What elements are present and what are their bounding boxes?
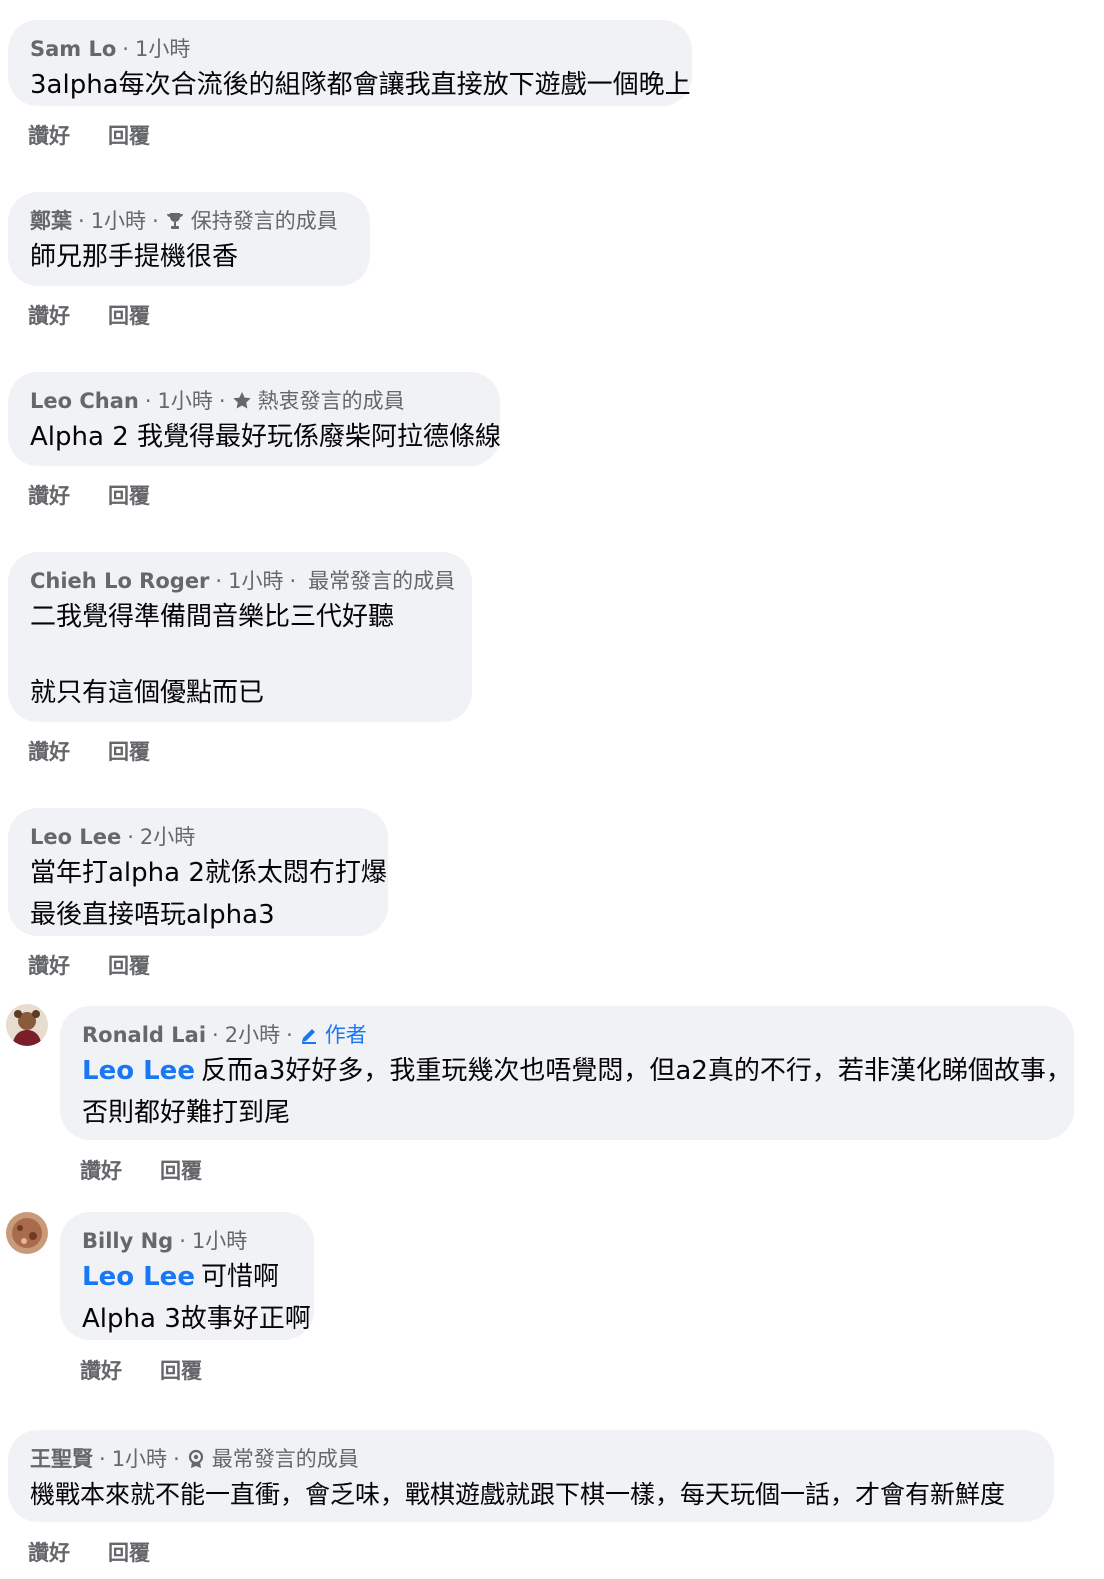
like-button[interactable]: 讚好: [28, 736, 70, 766]
comment-time[interactable]: 1小時: [228, 566, 283, 596]
comment-text: 師兄那手提機很香: [30, 242, 239, 272]
comment-text: 反而a3好好多，我重玩幾次也唔覺悶，但a2真的不行，若非漢化睇個故事，: [200, 1056, 1072, 1086]
comment-text-blank: [30, 638, 450, 672]
member-badge: 保持發言的成員: [190, 209, 338, 233]
like-button[interactable]: 讚好: [80, 1355, 122, 1385]
comment-text: 二我覺得準備間音樂比三代好聽: [30, 602, 395, 632]
comment-time[interactable]: 1小時: [192, 1226, 247, 1256]
mention-link[interactable]: Leo Lee: [82, 1056, 195, 1086]
comment-time[interactable]: 1小時: [135, 34, 190, 64]
comment-author[interactable]: 鄭葉: [30, 206, 72, 236]
comment-author[interactable]: Ronald Lai: [82, 1020, 206, 1050]
reply-button[interactable]: 回覆: [108, 480, 150, 510]
comment-time[interactable]: 2小時: [225, 1020, 280, 1050]
like-button[interactable]: 讚好: [28, 120, 70, 150]
comment-time[interactable]: 1小時: [91, 206, 146, 236]
medal-icon: [188, 1449, 203, 1468]
reply-button[interactable]: 回覆: [108, 950, 150, 980]
member-badge: 最常發言的成員: [211, 1447, 359, 1471]
comment-text: Alpha 3故事好正啊: [82, 1304, 311, 1334]
comment-text: 3alpha每次合流後的組隊都會讓我直接放下遊戲一個晚上: [30, 70, 691, 100]
avatar[interactable]: [6, 1212, 48, 1254]
comment-author[interactable]: Leo Lee: [30, 822, 121, 852]
comment-author[interactable]: 王聖賢: [30, 1444, 93, 1474]
reply-button[interactable]: 回覆: [108, 736, 150, 766]
author-badge: 作者: [299, 1020, 367, 1050]
comment-text: 就只有這個優點而已: [30, 678, 265, 708]
comment-time[interactable]: 1小時: [158, 386, 213, 416]
comment-text: 否則都好難打到尾: [82, 1098, 291, 1128]
reply-button[interactable]: 回覆: [108, 300, 150, 330]
comment-text: 最後直接唔玩alpha3: [30, 900, 275, 930]
comment-bubble: Leo Lee · 2小時 當年打alpha 2就係太悶冇打爆 最後直接唔玩al…: [8, 808, 388, 936]
comment-bubble: Leo Chan · 1小時 · 熱衷發言的成員 Alpha 2 我覺得最好玩係…: [8, 372, 501, 466]
member-badge: 最常發言的成員: [308, 569, 456, 593]
comment-text: Alpha 2 我覺得最好玩係廢柴阿拉德條線: [30, 422, 501, 452]
comment-text: 可惜啊: [200, 1262, 279, 1292]
pencil-icon: [301, 1029, 316, 1044]
author-label: 作者: [324, 1023, 367, 1047]
mention-link[interactable]: Leo Lee: [82, 1262, 195, 1292]
comment-bubble: 王聖賢 · 1小時 · 最常發言的成員 機戰本來就不能一直衝，會乏味，戰棋遊戲就…: [8, 1430, 1054, 1522]
comment-author[interactable]: Leo Chan: [30, 386, 139, 416]
reply-button[interactable]: 回覆: [160, 1155, 202, 1185]
comment-text: 機戰本來就不能一直衝，會乏味，戰棋遊戲就跟下棋一樣，每天玩個一話，才會有新鮮度: [30, 1480, 1006, 1509]
comment-bubble: Sam Lo · 1小時 3alpha每次合流後的組隊都會讓我直接放下遊戲一個晚…: [8, 20, 692, 106]
comment-author[interactable]: Billy Ng: [82, 1226, 173, 1256]
trophy-icon: [166, 213, 183, 229]
reply-button[interactable]: 回覆: [108, 1537, 150, 1567]
comment-author[interactable]: Sam Lo: [30, 34, 116, 64]
like-button[interactable]: 讚好: [28, 480, 70, 510]
avatar[interactable]: [6, 1004, 48, 1046]
member-badge: 熱衷發言的成員: [257, 389, 405, 413]
comment-bubble: Chieh Lo Roger · 1小時 · 最常發言的成員 二我覺得準備間音樂…: [8, 552, 472, 722]
comment-bubble: 鄭葉 · 1小時 · 保持發言的成員 師兄那手提機很香: [8, 192, 370, 286]
reply-button[interactable]: 回覆: [160, 1355, 202, 1385]
like-button[interactable]: 讚好: [80, 1155, 122, 1185]
comment-text: 當年打alpha 2就係太悶冇打爆: [30, 858, 387, 888]
star-icon: [232, 392, 251, 409]
like-button[interactable]: 讚好: [28, 1537, 70, 1567]
like-button[interactable]: 讚好: [28, 950, 70, 980]
comment-time[interactable]: 1小時: [112, 1444, 167, 1474]
comment-bubble: Ronald Lai · 2小時 · 作者 Leo Lee 反而a3好好多，我重玩…: [60, 1006, 1074, 1140]
comment-bubble: Billy Ng · 1小時 Leo Lee 可惜啊 Alpha 3故事好正啊: [60, 1212, 314, 1340]
comment-author[interactable]: Chieh Lo Roger: [30, 566, 209, 596]
comment-time[interactable]: 2小時: [140, 822, 195, 852]
like-button[interactable]: 讚好: [28, 300, 70, 330]
reply-button[interactable]: 回覆: [108, 120, 150, 150]
